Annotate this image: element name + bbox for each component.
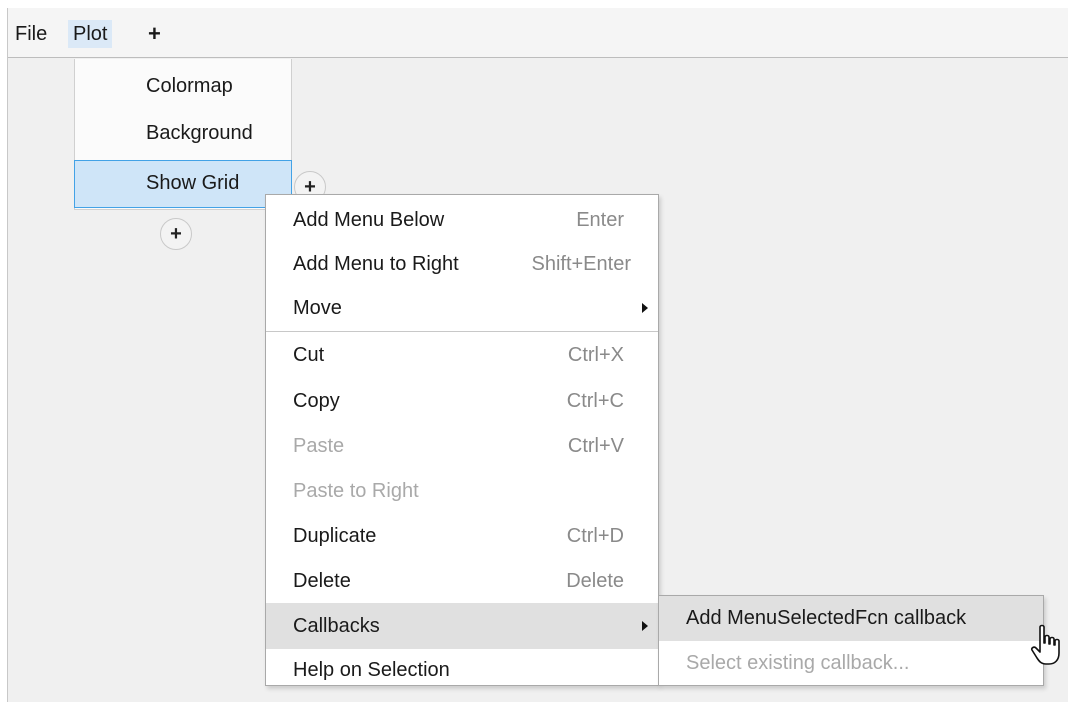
ctx-item-shortcut: Ctrl+X: [567, 344, 624, 366]
menu-item-colormap[interactable]: Colormap: [75, 63, 291, 109]
ctx-item-label: Paste to Right: [293, 480, 419, 502]
add-menuselectedfcn-callback[interactable]: Add MenuSelectedFcn callback: [659, 596, 1043, 641]
ctx-help-on-selection[interactable]: Help on Selection: [266, 647, 658, 693]
ctx-cut[interactable]: Cut Ctrl+X: [266, 332, 658, 378]
menu-plot[interactable]: Plot: [68, 20, 113, 48]
select-existing-callback: Select existing callback...: [686, 652, 910, 674]
ctx-duplicate[interactable]: Duplicate Ctrl+D: [266, 513, 658, 559]
ctx-item-label: Move: [293, 297, 342, 319]
ctx-item-shortcut: Ctrl+V: [567, 435, 624, 457]
ctx-copy[interactable]: Copy Ctrl+C: [266, 378, 658, 424]
menu-item-show-grid[interactable]: Show Grid: [74, 160, 292, 208]
ctx-item-shortcut: Ctrl+C: [566, 390, 624, 412]
ctx-item-label: Cut: [293, 344, 325, 366]
callbacks-submenu: Add MenuSelectedFcn callback Select exis…: [658, 595, 1044, 686]
ctx-item-label: Duplicate: [293, 525, 377, 547]
ctx-item-label: Callbacks: [293, 615, 380, 637]
ctx-item-label: Copy: [293, 390, 340, 412]
ctx-item-shortcut: Ctrl+D: [566, 525, 624, 547]
ctx-item-label: Paste: [293, 435, 345, 457]
menu-item-background[interactable]: Background: [75, 110, 291, 156]
ctx-item-label: Add Menu Below: [293, 209, 445, 231]
menu-bar: File Plot +: [8, 8, 1068, 58]
ctx-item-shortcut: Enter: [576, 209, 624, 231]
add-menu-below-button[interactable]: +: [160, 218, 192, 250]
ctx-callbacks[interactable]: Callbacks: [266, 603, 658, 649]
ctx-add-menu-right[interactable]: Add Menu to Right Shift+Enter: [266, 241, 658, 287]
plot-dropdown: Colormap Background Show Grid: [74, 59, 292, 210]
ctx-item-label: Delete: [293, 570, 351, 592]
ctx-move[interactable]: Move: [266, 285, 658, 331]
hand-pointer-icon: [1031, 624, 1060, 665]
ctx-item-shortcut: Delete: [566, 570, 624, 592]
ctx-paste: Paste Ctrl+V: [266, 423, 658, 469]
context-menu: Add Menu Below Enter Add Menu to Right S…: [265, 194, 659, 686]
submenu-arrow-icon: [642, 621, 648, 631]
ctx-add-menu-below[interactable]: Add Menu Below Enter: [266, 197, 658, 243]
ctx-item-label: Help on Selection: [293, 659, 450, 681]
ctx-item-label: Add Menu to Right: [293, 253, 459, 275]
ctx-delete[interactable]: Delete Delete: [266, 558, 658, 604]
add-menu-button[interactable]: +: [143, 20, 166, 48]
app-canvas: File Plot + Colormap Background Show Gri…: [7, 8, 1068, 702]
ctx-item-shortcut: Shift+Enter: [531, 253, 631, 275]
submenu-arrow-icon: [642, 303, 648, 313]
ctx-paste-to-right: Paste to Right: [266, 468, 658, 514]
menu-file[interactable]: File: [10, 20, 52, 48]
